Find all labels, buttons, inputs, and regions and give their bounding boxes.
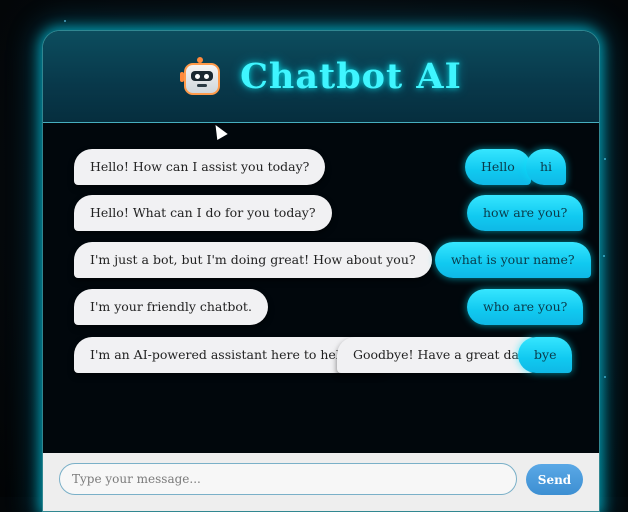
message-list: Hello! How can I assist you today? Hello… [43,123,599,453]
bot-message: Hello! What can I do for you today? [74,195,332,231]
bot-message: I'm your friendly chatbot. [74,289,268,325]
user-message: bye [518,337,573,373]
user-message: who are you? [467,289,584,325]
bot-message: I'm just a bot, but I'm doing great! How… [74,242,432,278]
background-star [604,376,606,378]
send-button[interactable]: Send [526,464,583,495]
chat-window: Chatbot AI Hello! How can I assist you t… [42,30,600,512]
message-input[interactable] [59,463,517,495]
chat-header: Chatbot AI [43,31,599,123]
user-message: how are you? [467,195,584,231]
background-star [604,158,606,160]
bot-message: Hello! How can I assist you today? [74,149,326,185]
app-title: Chatbot AI [240,56,462,97]
background-star [64,20,66,22]
user-message: Hello [465,149,531,185]
robot-icon [180,56,221,97]
user-message: what is your name? [435,242,591,278]
background-star [603,255,605,257]
user-message: hi [526,149,567,185]
input-bar: Send [43,453,599,511]
bot-message: Goodbye! Have a great day! [337,337,548,373]
